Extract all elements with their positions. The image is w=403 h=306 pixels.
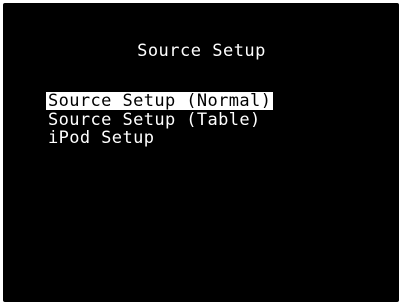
- menu-item-ipod-setup[interactable]: iPod Setup: [46, 129, 273, 147]
- menu-item-label: Source Setup (Table): [48, 110, 261, 130]
- menu-item-label: Source Setup (Normal): [46, 91, 274, 111]
- menu-item-label: iPod Setup: [48, 128, 155, 148]
- menu-item-source-setup-table[interactable]: Source Setup (Table): [46, 111, 273, 129]
- setup-menu: Source Setup (Normal) Source Setup (Tabl…: [46, 91, 274, 147]
- page-title: Source Setup: [137, 41, 266, 61]
- menu-item-source-setup-normal[interactable]: Source Setup (Normal): [46, 91, 274, 111]
